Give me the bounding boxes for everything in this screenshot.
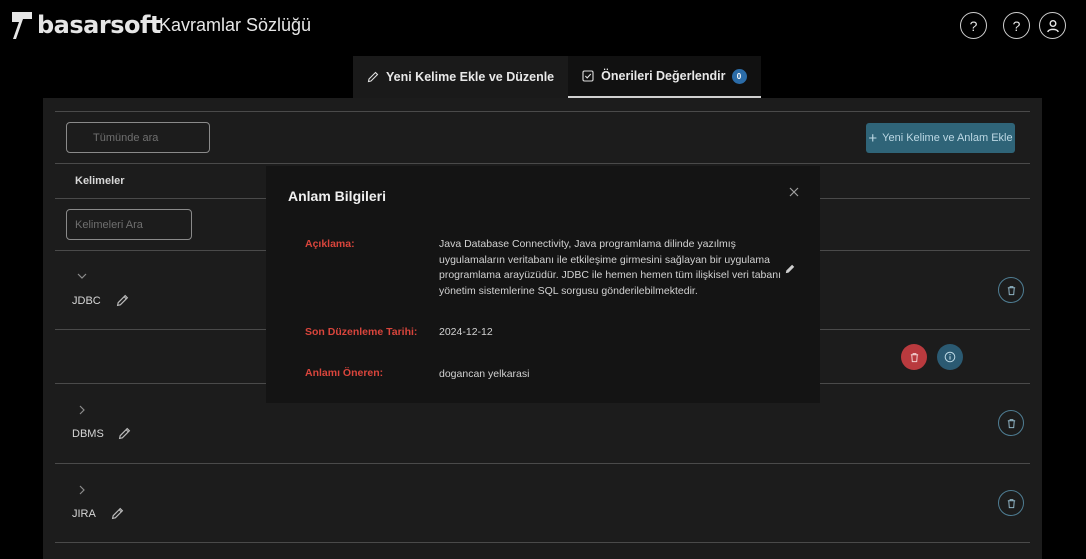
word-filter-input[interactable]: [66, 209, 192, 240]
meaning-info-modal: Anlam Bilgileri Açıklama: Java Database …: [266, 166, 820, 403]
suggestion-count-badge: 0: [731, 68, 747, 84]
help-button-2[interactable]: ?: [1003, 12, 1030, 39]
description-line: uygulamaların veritabanı ile etkileşime …: [439, 253, 770, 266]
main-tabs: Yeni Kelime Ekle ve Düzenle Önerileri De…: [353, 56, 761, 98]
divider: [55, 463, 1030, 464]
chevron-down-icon[interactable]: [77, 273, 87, 280]
search-all-input[interactable]: [66, 122, 210, 153]
edit-description-icon[interactable]: [785, 264, 795, 274]
description-value: Java Database Connectivity, Java program…: [439, 237, 781, 299]
last-edit-date-value: 2024-12-12: [439, 326, 493, 338]
checkbox-icon: [582, 70, 594, 82]
trash-icon: [1007, 285, 1015, 295]
brand-logo[interactable]: basarsoft: [10, 10, 161, 40]
delete-meaning-button[interactable]: [901, 344, 927, 370]
modal-title: Anlam Bilgileri: [288, 188, 387, 204]
tab-label: Yeni Kelime Ekle ve Düzenle: [386, 70, 555, 84]
suggested-by-value: dogancan yelkarasi: [439, 368, 530, 380]
help-icon: ?: [969, 17, 978, 34]
description-label: Açıklama:: [305, 238, 355, 250]
brand-name: basarsoft: [37, 11, 161, 39]
help-button[interactable]: ?: [960, 12, 987, 39]
edit-word-icon[interactable]: [111, 507, 124, 520]
word-label: JDBC: [72, 295, 101, 307]
chevron-right-icon[interactable]: [79, 485, 86, 495]
divider: [55, 163, 1030, 164]
add-word-meaning-button[interactable]: + Yeni Kelime ve Anlam Ekle: [866, 123, 1015, 153]
brand-logo-icon: [12, 12, 32, 39]
plus-icon: +: [868, 129, 878, 147]
help-icon: ?: [1012, 17, 1021, 34]
edit-word-icon[interactable]: [116, 294, 129, 307]
app-title: Kavramlar Sözlüğü: [159, 15, 312, 35]
user-menu-button[interactable]: [1039, 12, 1066, 39]
delete-word-button[interactable]: [998, 410, 1024, 436]
tab-label: Önerileri Değerlendir: [601, 69, 726, 83]
divider: [55, 542, 1030, 543]
app-header: basarsoft Kavramlar Sözlüğü ? ?: [0, 0, 1086, 52]
trash-icon: [1007, 498, 1015, 508]
divider: [55, 111, 1030, 112]
description-line: Java Database Connectivity, Java program…: [439, 238, 736, 250]
info-icon: [944, 351, 956, 363]
word-label: DBMS: [72, 428, 104, 440]
column-header-words: Kelimeler: [75, 175, 125, 187]
last-edit-date-label: Son Düzenleme Tarihi:: [305, 326, 418, 338]
delete-word-button[interactable]: [998, 277, 1024, 303]
description-line: programlama arayüzüdür. JDBC ile hemen h…: [439, 269, 781, 281]
edit-word-icon[interactable]: [118, 427, 131, 440]
description-line: yönetim sistemlerine SQL sorgusu gönderi…: [439, 284, 698, 297]
trash-icon: [910, 352, 918, 362]
suggested-by-label: Anlamı Öneren:: [305, 367, 384, 379]
close-icon[interactable]: [789, 187, 799, 197]
user-icon: [1046, 19, 1059, 32]
meaning-info-button[interactable]: [937, 344, 963, 370]
tab-evaluate-suggestions[interactable]: Önerileri Değerlendir 0: [568, 56, 761, 98]
delete-word-button[interactable]: [998, 490, 1024, 516]
pencil-icon: [367, 71, 379, 83]
trash-icon: [1007, 418, 1015, 428]
chevron-right-icon[interactable]: [79, 405, 86, 415]
tab-add-edit-word[interactable]: Yeni Kelime Ekle ve Düzenle: [353, 56, 569, 98]
add-button-label: Yeni Kelime ve Anlam Ekle: [882, 132, 1013, 144]
word-label: JIRA: [72, 508, 96, 520]
